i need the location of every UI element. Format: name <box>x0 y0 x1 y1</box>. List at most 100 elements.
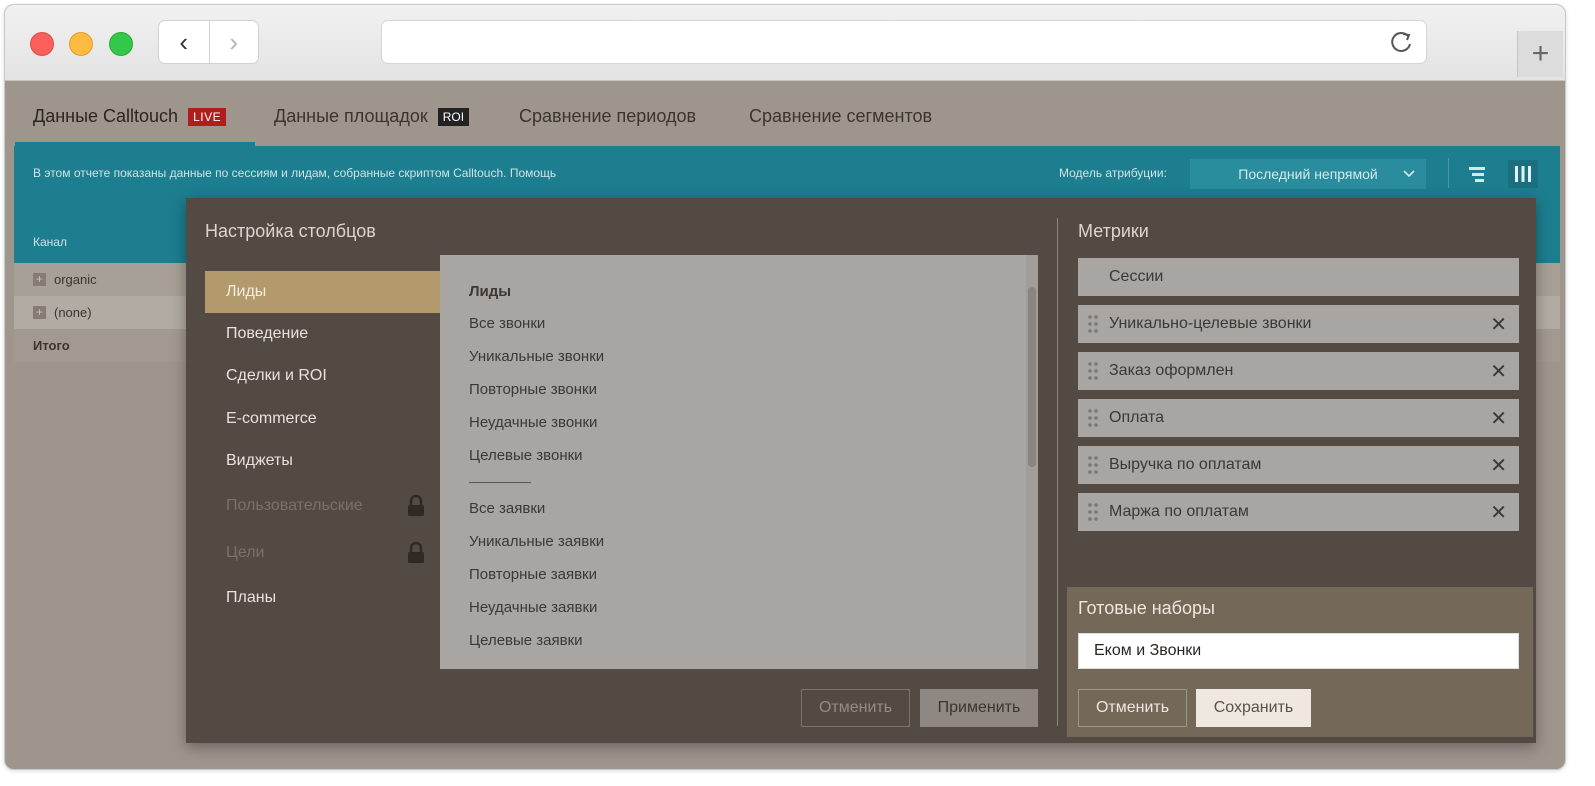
live-badge: LIVE <box>188 107 227 126</box>
metric-item[interactable]: Заказ оформлен ✕ <box>1078 352 1519 390</box>
tab-period-comparison[interactable]: Сравнение периодов <box>519 106 696 127</box>
navigation-buttons: ‹ › <box>158 20 259 64</box>
list-item[interactable]: Повторные звонки <box>469 381 597 398</box>
new-tab-button[interactable]: + <box>1517 31 1563 77</box>
maximize-window-button[interactable] <box>109 32 133 56</box>
chevron-left-icon: ‹ <box>179 26 189 57</box>
lock-icon <box>408 542 424 563</box>
remove-metric-icon[interactable]: ✕ <box>1490 406 1507 431</box>
chevron-down-icon <box>1403 170 1415 178</box>
attribution-label: Модель атрибуции: <box>1059 166 1167 180</box>
minimize-window-button[interactable] <box>69 32 93 56</box>
remove-metric-icon[interactable]: ✕ <box>1490 500 1507 525</box>
category-widgets[interactable]: Виджеты <box>205 440 441 482</box>
drag-handle-icon[interactable] <box>1087 455 1099 475</box>
expand-icon[interactable]: + <box>33 306 46 319</box>
report-info-bar: В этом отчете показаны данные по сессиям… <box>14 146 1560 200</box>
category-goals: Цели <box>205 532 441 574</box>
row-label: organic <box>54 272 97 287</box>
metrics-title: Метрики <box>1078 221 1149 241</box>
list-item[interactable]: Повторные заявки <box>469 566 597 583</box>
category-label: E-commerce <box>226 410 317 427</box>
back-button[interactable]: ‹ <box>159 21 209 63</box>
column-settings-modal: Настройка столбцов Лиды Поведение Сделки… <box>186 198 1536 743</box>
category-label: Пользовательские <box>226 497 363 514</box>
close-window-button[interactable] <box>30 32 54 56</box>
preset-name-input[interactable] <box>1078 633 1519 669</box>
list-item[interactable]: Уникальные заявки <box>469 533 604 550</box>
metric-label: Оплата <box>1109 409 1165 426</box>
presets-title: Готовые наборы <box>1078 598 1215 618</box>
tab-platform-data[interactable]: Данные площадок ROI <box>274 106 470 127</box>
save-preset-button[interactable]: Сохранить <box>1196 689 1311 727</box>
report-description: В этом отчете показаны данные по сессиям… <box>33 166 557 180</box>
tab-label: Сравнение сегментов <box>749 106 933 126</box>
metric-label: Маржа по оплатам <box>1109 503 1249 520</box>
tree-list-icon <box>1469 167 1485 182</box>
columns-icon <box>1515 166 1531 182</box>
category-custom: Пользовательские <box>205 485 441 527</box>
category-plans[interactable]: Планы <box>205 577 441 619</box>
metric-item[interactable]: Маржа по оплатам ✕ <box>1078 493 1519 531</box>
category-deals-roi[interactable]: Сделки и ROI <box>205 355 441 397</box>
address-bar[interactable] <box>381 20 1427 64</box>
remove-metric-icon[interactable]: ✕ <box>1490 453 1507 478</box>
divider <box>1448 158 1449 188</box>
category-behavior[interactable]: Поведение <box>205 313 441 355</box>
list-item[interactable]: Уникальные звонки <box>469 348 604 365</box>
category-label: Лиды <box>226 283 267 300</box>
category-label: Планы <box>226 589 277 606</box>
remove-metric-icon[interactable]: ✕ <box>1490 312 1507 337</box>
available-columns-list: Лиды Все звонки Уникальные звонки Повтор… <box>440 255 1038 669</box>
remove-metric-icon[interactable]: ✕ <box>1490 359 1507 384</box>
column-header-channel: Канал <box>33 235 67 249</box>
tab-segment-comparison[interactable]: Сравнение сегментов <box>749 106 932 127</box>
category-label: Виджеты <box>226 452 293 469</box>
list-heading: Лиды <box>469 283 512 300</box>
list-item[interactable]: Неудачные звонки <box>469 414 597 431</box>
attribution-value: Последний непрямой <box>1238 166 1378 182</box>
metric-label: Сессии <box>1109 268 1164 285</box>
browser-window: ‹ › + Данные Calltouch LIVE Данные площа… <box>4 4 1566 770</box>
metric-item: Сессии <box>1078 258 1519 296</box>
modal-title: Настройка столбцов <box>205 221 376 241</box>
category-label: Цели <box>226 544 265 561</box>
row-label: (none) <box>54 305 92 320</box>
presets-panel: Готовые наборы Отменить Сохранить <box>1067 587 1533 737</box>
apply-button[interactable]: Применить <box>920 689 1038 727</box>
total-label: Итого <box>33 338 70 353</box>
forward-button[interactable]: › <box>208 21 259 63</box>
metric-item[interactable]: Оплата ✕ <box>1078 399 1519 437</box>
category-ecommerce[interactable]: E-commerce <box>205 398 441 440</box>
list-divider <box>469 482 531 483</box>
list-item[interactable]: Все заявки <box>469 500 545 517</box>
list-item[interactable]: Неудачные заявки <box>469 599 597 616</box>
expand-icon[interactable]: + <box>33 273 46 286</box>
tree-view-button[interactable] <box>1462 160 1492 188</box>
tab-calltouch-data[interactable]: Данные Calltouch LIVE <box>33 106 227 127</box>
list-item[interactable]: Целевые звонки <box>469 447 583 464</box>
reload-icon[interactable] <box>1388 28 1416 56</box>
metric-label: Выручка по оплатам <box>1109 456 1262 473</box>
category-label: Поведение <box>226 325 309 342</box>
attribution-model-select[interactable]: Последний непрямой <box>1190 159 1426 189</box>
tab-label: Данные площадок <box>274 106 428 126</box>
scrollbar-thumb[interactable] <box>1028 287 1036 467</box>
metric-item[interactable]: Уникально-целевые звонки ✕ <box>1078 305 1519 343</box>
chevron-right-icon: › <box>229 26 239 57</box>
tab-label: Данные Calltouch <box>33 106 179 126</box>
cancel-preset-button[interactable]: Отменить <box>1078 689 1187 727</box>
drag-handle-icon[interactable] <box>1087 408 1099 428</box>
divider <box>1057 218 1058 726</box>
drag-handle-icon[interactable] <box>1087 502 1099 522</box>
category-label: Сделки и ROI <box>226 367 327 384</box>
list-item[interactable]: Целевые заявки <box>469 632 583 649</box>
drag-handle-icon[interactable] <box>1087 361 1099 381</box>
cancel-button[interactable]: Отменить <box>801 689 910 727</box>
list-item[interactable]: Все звонки <box>469 315 545 332</box>
columns-settings-button[interactable] <box>1508 160 1538 188</box>
metric-item[interactable]: Выручка по оплатам ✕ <box>1078 446 1519 484</box>
plus-icon: + <box>1531 37 1550 70</box>
drag-handle-icon[interactable] <box>1087 314 1099 334</box>
category-leads[interactable]: Лиды <box>205 271 441 313</box>
